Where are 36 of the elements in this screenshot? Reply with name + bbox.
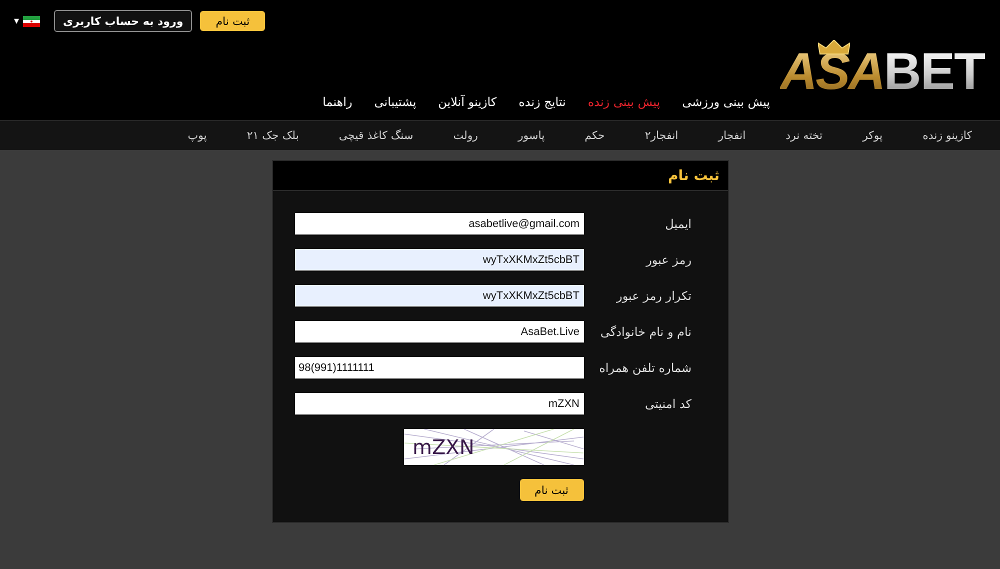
flag-icon[interactable] bbox=[23, 16, 40, 26]
field-label: تکرار رمز عبور bbox=[615, 289, 692, 303]
nav-link[interactable]: سنگ کاغذ قیچی bbox=[338, 129, 414, 142]
nav-link[interactable]: نتایج زنده bbox=[518, 95, 566, 109]
caret-icon[interactable]: ▾ bbox=[14, 16, 20, 26]
nav-link[interactable]: پیش بینی ورزشی bbox=[682, 95, 770, 109]
input-field[interactable]: AsaBet.Live bbox=[294, 321, 584, 343]
nav-link[interactable]: رولت bbox=[453, 129, 478, 142]
nav-link[interactable]: انفجار bbox=[718, 129, 746, 142]
register-button[interactable]: ثبت نام bbox=[200, 11, 266, 31]
login-button[interactable]: ورود به حساب کاربری bbox=[54, 10, 192, 32]
nav-link[interactable]: کازینو زنده bbox=[922, 129, 972, 142]
field-label: شماره تلفن همراه bbox=[598, 361, 692, 375]
nav-link[interactable]: پیش بینی زنده bbox=[588, 95, 660, 109]
field-label: رمز عبور bbox=[644, 253, 692, 267]
nav-link[interactable]: پوپ bbox=[188, 129, 207, 142]
nav-link[interactable]: راهنما bbox=[322, 95, 352, 109]
field-label: کد امنیتی bbox=[644, 397, 692, 411]
nav-link[interactable]: پاسور bbox=[518, 129, 545, 142]
nav-link[interactable]: انفجار۲ bbox=[644, 129, 678, 142]
input-field[interactable]: 98(991)1111111 bbox=[294, 357, 584, 379]
input-field[interactable]: wyTxXKMxZt5cbBT bbox=[294, 249, 584, 271]
input-field[interactable]: wyTxXKMxZt5cbBT bbox=[294, 285, 584, 307]
field-label: ایمیل bbox=[664, 217, 692, 231]
panel-title: ثبت نام bbox=[668, 168, 720, 184]
nav-link[interactable]: حکم bbox=[584, 129, 605, 142]
input-field[interactable]: asabetlive@gmail.com bbox=[294, 213, 584, 235]
nav-link[interactable]: پوکر bbox=[862, 129, 883, 142]
nav-link[interactable]: پشتیبانی bbox=[374, 95, 416, 109]
field-label: نام و نام خانوادگی bbox=[599, 325, 692, 339]
nav-link[interactable]: بلک جک ۲۱ bbox=[246, 129, 299, 142]
nav-link[interactable]: تخته نرد bbox=[786, 129, 823, 142]
nav-link[interactable]: کازینو آنلاین bbox=[438, 95, 497, 109]
captcha-text: mZXN bbox=[412, 435, 474, 459]
input-field[interactable]: mZXN bbox=[294, 393, 584, 415]
submit-button[interactable]: ثبت نام bbox=[520, 479, 584, 501]
